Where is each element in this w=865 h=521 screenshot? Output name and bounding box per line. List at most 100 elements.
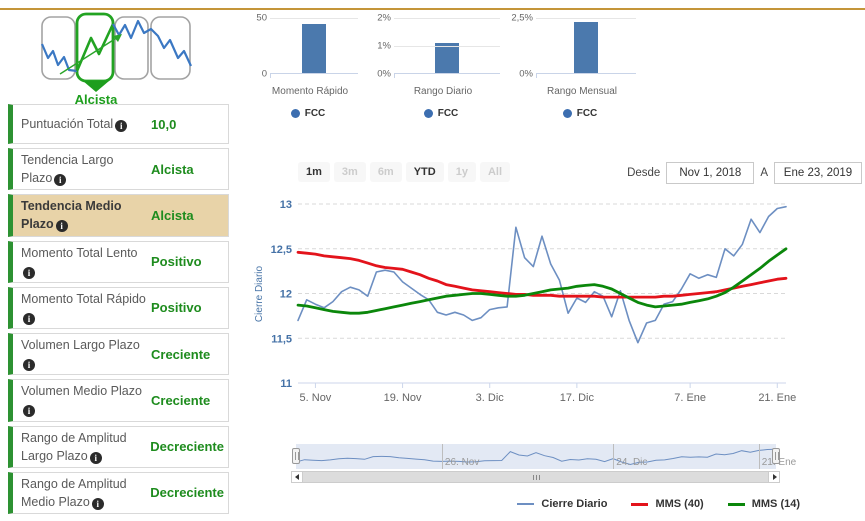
x-axis-tick: 7. Ene (674, 392, 706, 404)
range-selector: 1m 3m 6m YTD 1y All (298, 162, 511, 182)
chart-scrollbar[interactable] (291, 471, 780, 483)
navigator-gridline (613, 444, 615, 469)
chart-navigator[interactable]: 26. Nov 24. Dic 21. Ene (292, 444, 796, 469)
x-axis-tick: 21. Ene (758, 392, 796, 404)
indicator-row[interactable]: Momento Total Rápidoi Positivo (8, 286, 229, 329)
indicator-label: Volumen Largo Plazoi (21, 338, 140, 372)
mini-axis-tick: 0% (377, 68, 391, 80)
mini-chart-title: Momento Rápido (271, 86, 349, 97)
mini-chart-legend[interactable]: FCC (244, 108, 358, 119)
pointer-triangle-icon (83, 81, 109, 92)
indicator-value: Alcista (151, 207, 194, 223)
scrollbar-left-arrow-icon[interactable] (292, 472, 303, 482)
y-axis-tick: 13 (280, 199, 292, 211)
indicator-row[interactable]: Puntuación Total i 10,0 (8, 104, 229, 144)
date-range-controls: Desde A (627, 162, 862, 184)
price-chart[interactable]: 13 12,5 12 11,5 11 5. Nov 19. Nov 3. Dic 17. Dic… (252, 192, 864, 442)
y-axis-tick: 12,5 (271, 244, 292, 256)
legend-item[interactable]: Cierre Diario (517, 498, 607, 510)
mini-chart-y-axis: 2% 1% 0% (368, 12, 394, 80)
y-axis-tick: 11 (280, 378, 292, 390)
mini-bar-chart: 2% 1% 0% Rango Diario FCC (368, 13, 500, 119)
mini-chart-title: Rango Mensual (546, 86, 618, 97)
mini-bar-chart: 50 0 Momento Rápido FCC (244, 13, 358, 119)
mini-legend-label: FCC (576, 108, 598, 119)
x-axis-tick: 5. Nov (300, 392, 332, 404)
date-to-input[interactable] (774, 162, 862, 184)
indicator-value: Alcista (151, 161, 194, 177)
mini-legend-label: FCC (304, 108, 326, 119)
indicator-label: Rango de Amplitud Largo Plazo i (21, 430, 127, 464)
indicator-row[interactable]: Momento Total Lentoi Positivo (8, 240, 229, 283)
indicator-row[interactable]: Tendencia Medio Plazo i Alcista (8, 194, 229, 237)
info-icon[interactable]: i (54, 174, 67, 187)
info-icon[interactable]: i (89, 451, 102, 464)
date-from-input[interactable] (666, 162, 755, 184)
navigator-gridline (758, 444, 760, 469)
x-axis-tick: 19. Nov (384, 392, 422, 404)
indicator-row[interactable]: Rango de Amplitud Medio Plazo i Decrecien… (8, 471, 229, 514)
indicator-label: Tendencia Medio Plazo i (21, 199, 122, 233)
indicator-row[interactable]: Rango de Amplitud Largo Plazo i Decrecien… (8, 425, 229, 468)
mini-chart-legend[interactable]: FCC (368, 108, 500, 119)
indicator-label: Puntuación Total i (21, 115, 147, 133)
indicator-label: Momento Total Lentoi (21, 245, 138, 279)
range-button[interactable]: YTD (405, 162, 444, 182)
range-button[interactable]: 1m (298, 162, 330, 182)
indicator-value: Decreciente (150, 485, 224, 501)
indicator-label: Rango de Amplitud Medio Plazo i (21, 476, 127, 510)
info-icon[interactable]: i (55, 220, 68, 233)
info-icon[interactable]: i (23, 359, 35, 372)
mini-axis-tick: 2% (377, 12, 391, 24)
scrollbar-grip-icon (535, 474, 537, 480)
range-button: 6m (369, 162, 402, 182)
indicator-value: Decreciente (150, 439, 224, 455)
indicator-table: Puntuación Total i 10,0 Tendencia Largo P… (8, 104, 229, 518)
mini-chart-title: Rango Diario (413, 86, 473, 97)
mini-axis-tick: 2,5% (511, 12, 533, 24)
y-axis-title: Cierre Diario (254, 266, 265, 323)
mini-chart-bar (302, 23, 326, 73)
indicator-row[interactable]: Tendencia Largo Plazo i Alcista (8, 148, 229, 191)
mini-axis-tick: 0 (261, 68, 267, 80)
legend-item-label: MMS (14) (751, 498, 800, 510)
scrollbar-right-arrow-icon[interactable] (768, 472, 779, 482)
info-icon[interactable]: i (23, 405, 35, 418)
navigator-tick-label: 24. Dic (616, 457, 648, 468)
legend-dot-icon (423, 109, 433, 118)
info-icon[interactable]: i (23, 266, 35, 279)
volatile-trend-line-icon (112, 19, 192, 67)
indicator-row[interactable]: Volumen Largo Plazoi Creciente (8, 333, 229, 376)
mini-chart-y-axis: 2,5% 0% (510, 12, 536, 80)
navigator-left-handle[interactable] (292, 448, 300, 464)
y-axis-tick: 11,5 (271, 333, 292, 345)
date-from-label: Desde (627, 167, 661, 179)
mini-chart-plot (394, 18, 500, 78)
main-chart-panel: 1m3m6mYTD1yAll Desde A 13 12,5 12 11,5 11 5. … (252, 158, 864, 521)
series-line (297, 205, 787, 344)
range-button: All (479, 162, 511, 182)
info-icon[interactable]: i (91, 497, 104, 510)
legend-line-swatch-icon (517, 503, 535, 505)
trend-panels-icon: Alcista (40, 12, 192, 107)
indicator-row[interactable]: Volumen Medio Plazoi Creciente (8, 379, 229, 422)
legend-item-label: Cierre Diario (541, 498, 608, 510)
indicator-value: Creciente (151, 392, 211, 408)
legend-line-swatch-icon (631, 502, 649, 506)
mini-chart-legend[interactable]: FCC (510, 108, 636, 119)
legend-item-label: MMS (40) (655, 498, 704, 510)
date-to-label: A (760, 167, 768, 179)
mini-bar-chart: 2,5% 0% Rango Mensual FCC (510, 13, 636, 119)
navigator-right-handle[interactable] (772, 448, 780, 464)
legend-item[interactable]: MMS (14) (727, 498, 800, 510)
mini-legend-label: FCC (437, 108, 459, 119)
info-icon[interactable]: i (115, 119, 128, 132)
range-button: 1y (447, 162, 476, 182)
scrollbar-thumb[interactable] (303, 472, 768, 482)
legend-line-swatch-icon (727, 502, 745, 506)
info-icon[interactable]: i (23, 312, 35, 325)
navigator-tick-label: 26. Nov (444, 457, 480, 468)
y-axis-tick: 12 (280, 289, 292, 301)
indicator-value: Positivo (151, 254, 202, 270)
legend-item[interactable]: MMS (40) (631, 498, 704, 510)
